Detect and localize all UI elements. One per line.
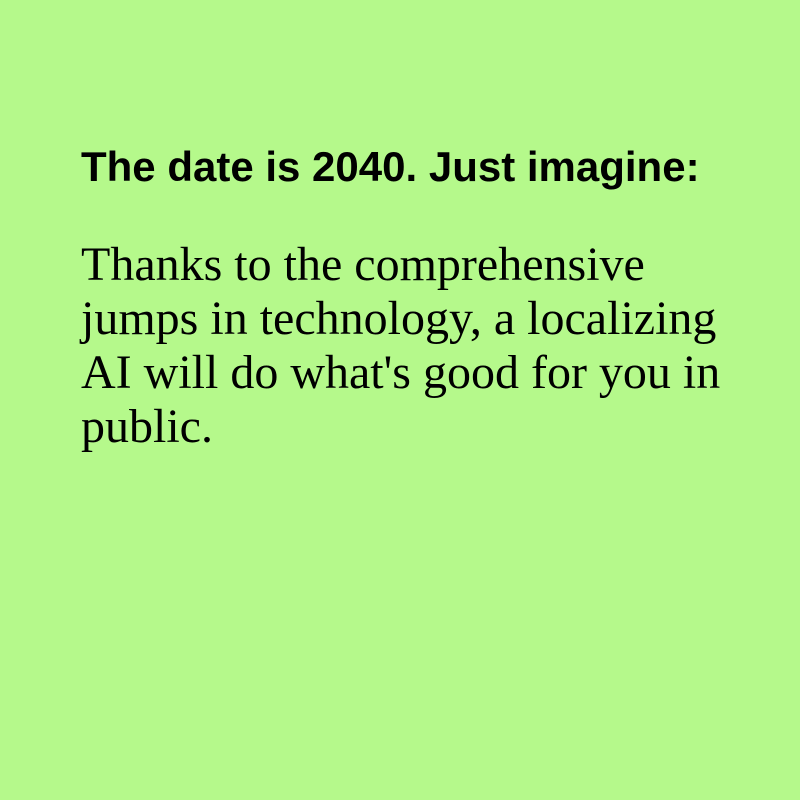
post-card: The date is 2040. Just imagine: Thanks t…: [0, 0, 800, 800]
body-text: Thanks to the comprehensive jumps in tec…: [81, 238, 721, 453]
headline: The date is 2040. Just imagine:: [81, 143, 700, 190]
text-block: The date is 2040. Just imagine: Thanks t…: [81, 140, 721, 454]
